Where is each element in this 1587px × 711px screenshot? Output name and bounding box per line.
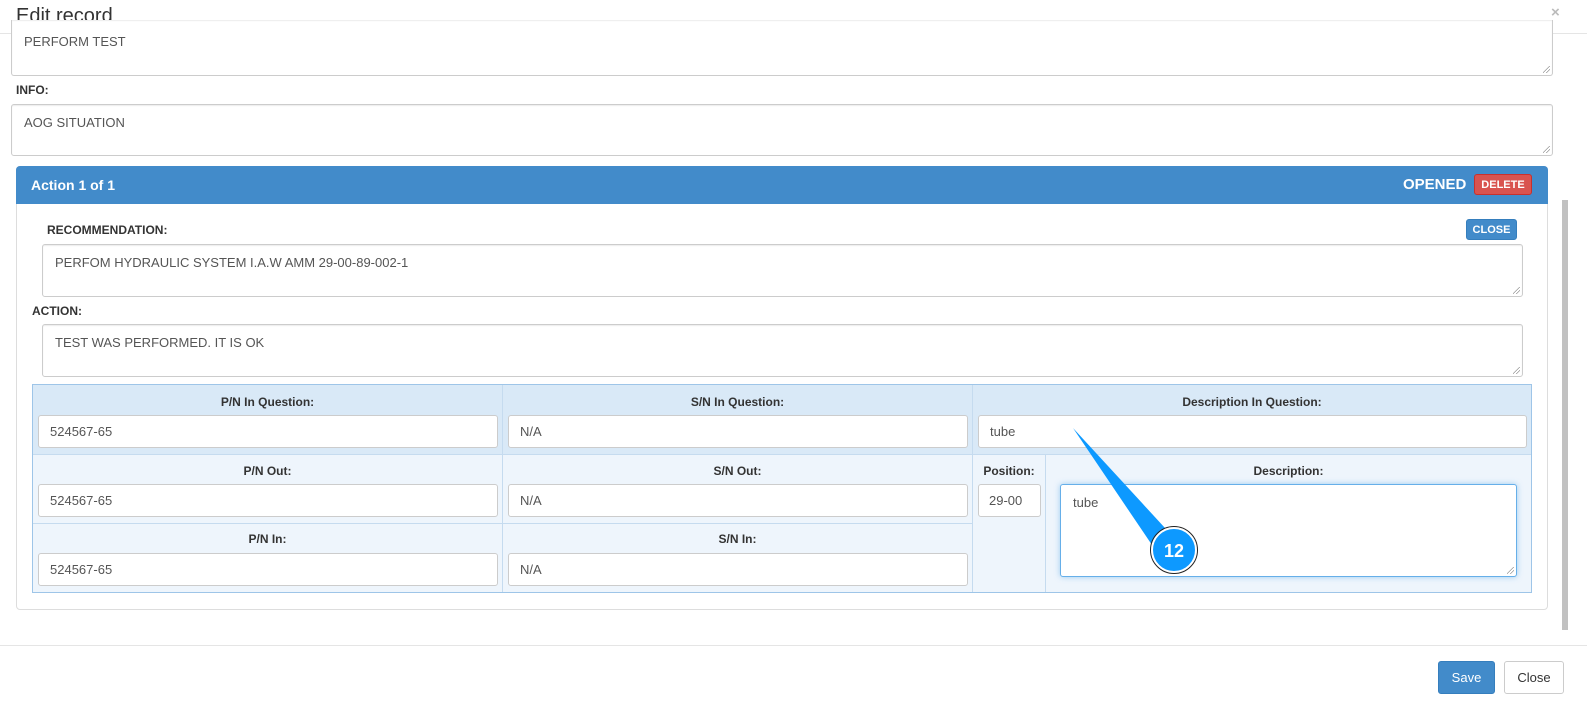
callout-pointer — [1073, 428, 1165, 545]
callout-number: 12 — [1164, 541, 1184, 561]
annotation-callout: 12 — [1073, 428, 1198, 574]
